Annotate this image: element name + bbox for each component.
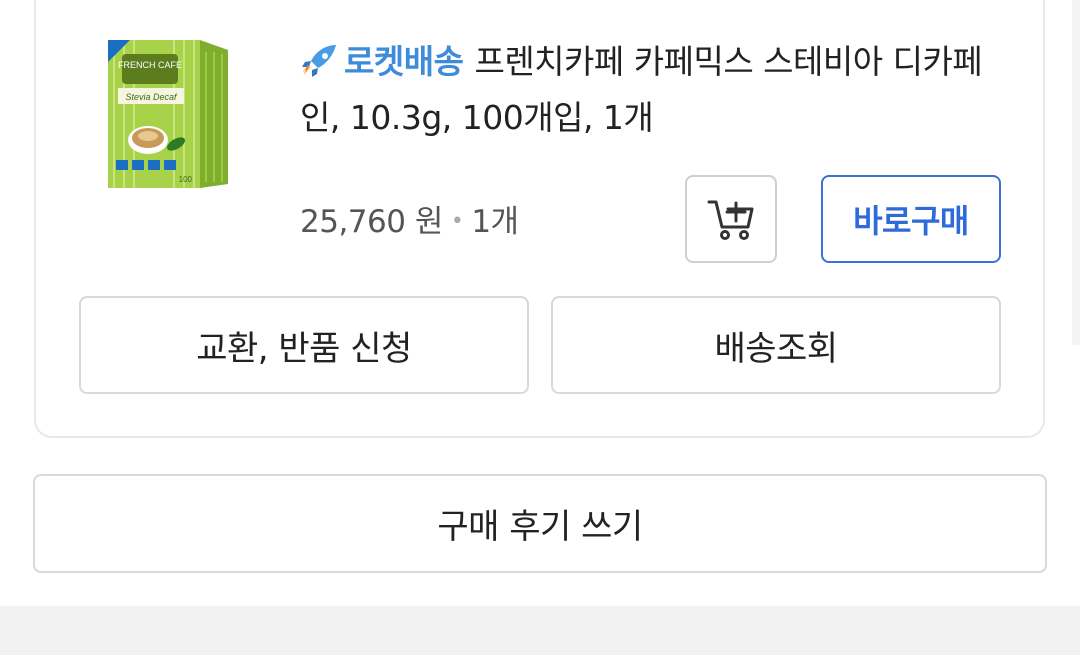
rocket-delivery-label: 로켓배송	[344, 42, 464, 81]
product-quantity: 1개	[471, 204, 519, 240]
buy-now-button[interactable]: 바로구매	[821, 175, 1001, 263]
product-title[interactable]: 로켓배송 프렌치카페 카페믹스 스테비아 디카페인, 10.3g, 100개입,…	[300, 34, 1000, 146]
product-image[interactable]: FRENCH CAFE Stevia Decaf 100	[100, 32, 236, 190]
section-divider	[0, 606, 1080, 655]
write-review-button[interactable]: 구매 후기 쓰기	[33, 474, 1047, 573]
rocket-delivery-badge: 로켓배송	[300, 42, 474, 81]
rocket-icon	[302, 45, 336, 77]
separator-dot: •	[450, 209, 464, 234]
product-count-text: 100	[179, 175, 193, 184]
shipping-tracking-button[interactable]: 배송조회	[551, 296, 1001, 394]
product-name-text: Stevia Decaf	[125, 92, 178, 102]
product-box-image: FRENCH CAFE Stevia Decaf 100	[108, 40, 228, 188]
price-line: 25,760 원 • 1개	[300, 196, 519, 241]
exchange-return-button[interactable]: 교환, 반품 신청	[79, 296, 529, 394]
product-brand-text: FRENCH CAFE	[118, 60, 182, 70]
order-page: FRENCH CAFE Stevia Decaf 100 로켓배송 프렌치카페 …	[0, 0, 1080, 655]
scrollbar[interactable]	[1072, 0, 1080, 345]
add-to-cart-icon	[707, 200, 754, 240]
product-price: 25,760 원	[300, 204, 443, 240]
add-to-cart-button[interactable]	[685, 175, 777, 263]
